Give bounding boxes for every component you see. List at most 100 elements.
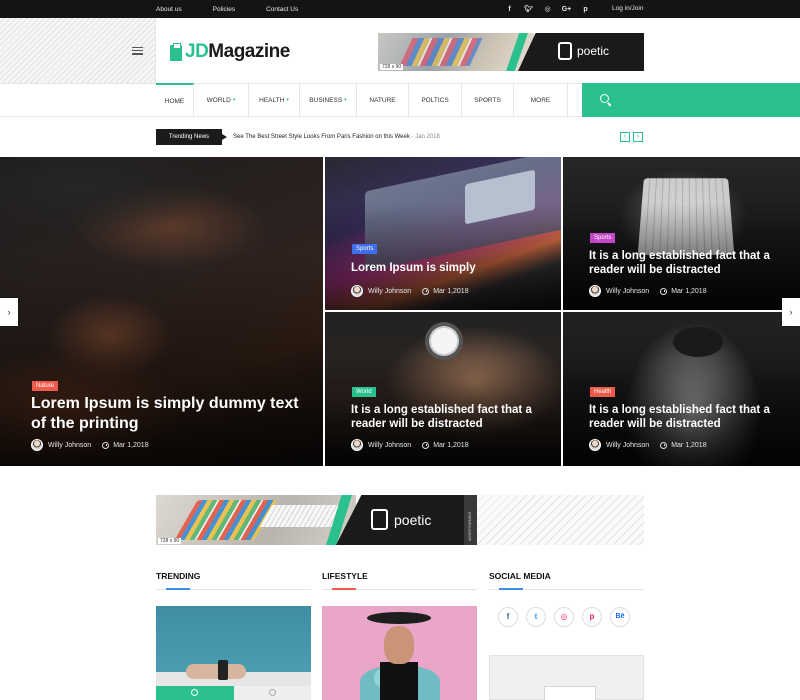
avatar (589, 285, 601, 297)
avatar (351, 285, 363, 297)
nav-business[interactable]: BUSINESS ▾ (300, 83, 357, 117)
card-title[interactable]: Lorem Ipsum is simply (351, 261, 551, 275)
section-accent-line (332, 588, 356, 590)
nav-world[interactable]: WORLD ▾ (194, 83, 249, 117)
nav-label: BUSINESS (309, 96, 343, 104)
category-badge[interactable]: Nature (32, 381, 59, 391)
hero-main-card[interactable]: Nature Lorem Ipsum is simply dummy text … (0, 157, 323, 466)
about-us-link[interactable]: About us (156, 6, 182, 13)
nav-more[interactable]: MORE (514, 83, 568, 117)
prev-arrow-icon[interactable]: ‹ (620, 132, 630, 142)
search-icon (191, 689, 198, 696)
article-meta: Willy Johnson Mar 1,2018 (589, 439, 707, 451)
trending-section-title: TRENDING (156, 571, 201, 581)
trending-headline[interactable]: See The Best Street Style Looks From Par… (233, 129, 440, 145)
instagram-icon[interactable]: ◎ (538, 5, 557, 13)
post-date: Mar 1,2018 (671, 287, 707, 295)
social-section-title: SOCIAL MEDIA (489, 571, 551, 581)
avatar (351, 439, 363, 451)
ad-brand: poetic (558, 42, 609, 60)
clock-icon (422, 441, 430, 449)
top-bar: About us Policies Contact Us f 🐦︎ ◎ G+ p… (0, 0, 800, 18)
clock-icon (102, 441, 110, 449)
main-nav: HOME WORLD ▾ HEALTH ▾ BUSINESS ▾ NATURE POL… (156, 83, 568, 117)
trending-news-label: Trending News (156, 129, 227, 145)
trending-nav: ‹ › (620, 132, 643, 142)
facebook-icon[interactable]: f (500, 6, 519, 13)
chevron-down-icon: ▾ (286, 97, 289, 103)
article-meta: Willy Johnson Mar 1,2018 (31, 439, 149, 451)
nav-label: SPORTS (474, 96, 501, 104)
header-ad-banner[interactable]: poetic 728 x 90 (378, 33, 644, 71)
nav-label: MORE (530, 96, 551, 104)
card-title[interactable]: It is a long established fact that a rea… (351, 403, 556, 431)
instagram-icon[interactable]: ◎ (554, 607, 574, 627)
hero-card-book[interactable]: Sports It is a long established fact tha… (563, 157, 800, 310)
hero-card-tattoo[interactable]: Health It is a long established fact tha… (563, 312, 800, 466)
post-date: Mar 1,2018 (433, 441, 469, 449)
nav-nature[interactable]: NATURE (357, 83, 409, 117)
lifestyle-article-image[interactable] (322, 606, 477, 700)
next-arrow-icon[interactable]: › (633, 132, 643, 142)
mid-ad-banner[interactable]: poetic ADVERTISEMENT 728 x 90 (156, 495, 477, 545)
author-name[interactable]: Willy Johnson (48, 442, 91, 449)
search-bar[interactable] (582, 83, 800, 117)
category-badge[interactable]: Health (590, 387, 616, 397)
link-icon (269, 689, 276, 696)
twitter-icon[interactable]: t (526, 607, 546, 627)
policies-link[interactable]: Policies (213, 6, 235, 13)
article-meta: Willy Johnson Mar 1,2018 (589, 285, 707, 297)
post-date: Mar 1,2018 (671, 441, 707, 449)
author-name[interactable]: Willy Johnson (606, 288, 649, 295)
nav-sports[interactable]: SPORTS (462, 83, 514, 117)
trending-overlay-left[interactable] (156, 686, 234, 700)
category-badge[interactable]: World (352, 387, 376, 397)
search-icon[interactable] (600, 94, 609, 103)
section-accent-line (166, 588, 190, 590)
avatar (589, 439, 601, 451)
lifestyle-section-title: LIFESTYLE (322, 571, 368, 581)
slider-next-icon[interactable]: › (782, 298, 800, 326)
logo-bag-icon (170, 43, 182, 61)
nav-home[interactable]: HOME (156, 83, 194, 117)
nav-label: HOME (164, 97, 185, 105)
twitter-icon[interactable]: 🐦︎ (519, 5, 538, 13)
card-title[interactable]: It is a long established fact that a rea… (589, 403, 794, 431)
author-name[interactable]: Willy Johnson (368, 288, 411, 295)
hero-card-watch[interactable]: World It is a long established fact that… (325, 312, 561, 466)
hero-title[interactable]: Lorem Ipsum is simply dummy text of the … (31, 394, 301, 434)
site-logo[interactable]: JD Magazine (170, 41, 290, 63)
hero-card-laptop[interactable]: Sports Lorem Ipsum is simply Willy Johns… (325, 157, 561, 310)
slider-prev-icon[interactable]: › (0, 298, 18, 326)
google-plus-icon[interactable]: G+ (557, 6, 576, 13)
category-badge[interactable]: Sports (352, 244, 378, 254)
ad-side-strip: ADVERTISEMENT (464, 495, 477, 545)
trending-overlay-right[interactable] (234, 686, 311, 700)
behance-icon[interactable]: Bē (610, 607, 630, 627)
logo-accent-text: JD (185, 41, 209, 62)
ad-side-pattern (477, 495, 644, 545)
article-meta: Willy Johnson Mar 1,2018 (351, 439, 469, 451)
contact-us-link[interactable]: Contact Us (266, 6, 298, 13)
ad-brand: poetic (371, 509, 431, 530)
poetic-logo-icon (371, 509, 388, 530)
login-link[interactable]: Log in/Join (612, 0, 643, 18)
trending-headline-text: See The Best Street Style Looks From Par… (233, 134, 410, 140)
poetic-logo-icon (558, 42, 572, 60)
clock-icon (660, 287, 668, 295)
hamburger-menu-icon[interactable] (132, 47, 143, 55)
category-badge[interactable]: Sports (590, 233, 616, 243)
nav-label: NATURE (369, 96, 396, 104)
nav-health[interactable]: HEALTH ▾ (249, 83, 300, 117)
author-name[interactable]: Willy Johnson (606, 442, 649, 449)
pinterest-icon[interactable]: p (576, 6, 595, 13)
post-date: Mar 1,2018 (113, 441, 149, 449)
section-accent-line (499, 588, 523, 590)
pinterest-icon[interactable]: p (582, 607, 602, 627)
author-name[interactable]: Willy Johnson (368, 442, 411, 449)
nav-politics[interactable]: POLTICS (409, 83, 462, 117)
avatar (31, 439, 43, 451)
card-title[interactable]: It is a long established fact that a rea… (589, 249, 794, 277)
facebook-icon[interactable]: f (498, 607, 518, 627)
chevron-down-icon: ▾ (232, 97, 236, 103)
